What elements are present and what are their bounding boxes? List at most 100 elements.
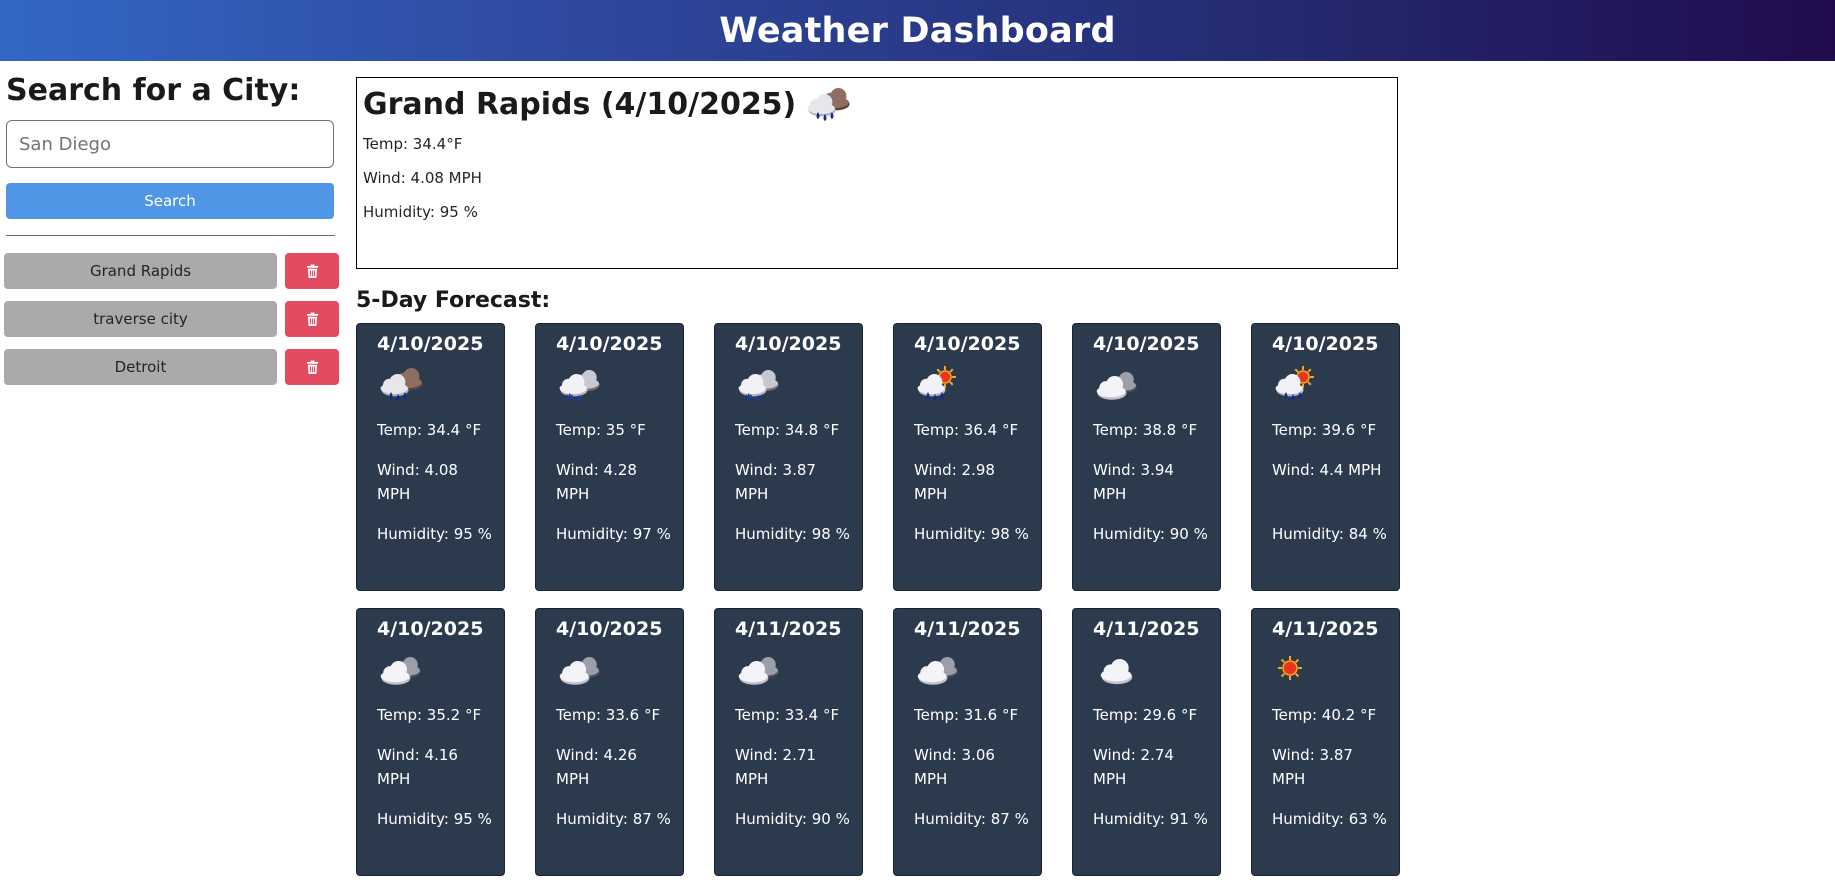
search-heading: Search for a City: (6, 73, 301, 108)
forecast-card: 4/10/2025 Temp: 33.6 °F Wind: 4.26 MPH H… (535, 608, 684, 876)
rain-cloud-icon (804, 86, 850, 122)
forecast-card: 4/11/2025 Temp: 29.6 °F Wind: 2.74 MPH H… (1072, 608, 1221, 876)
forecast-date: 4/10/2025 (556, 333, 663, 355)
cloudy-icon (556, 651, 602, 687)
forecast-humidity: Humidity: 95 % (377, 525, 492, 543)
trash-icon (306, 360, 319, 375)
forecast-card: 4/10/2025 Temp: 34.4 °F Wind: 4.08 MPH H… (356, 323, 505, 591)
rain-cloud-icon (377, 366, 423, 402)
cloud-icon (1093, 651, 1139, 687)
current-weather-panel: Grand Rapids (4/10/2025) Temp: 34.4°F Wi… (356, 77, 1398, 269)
search-button[interactable]: Search (6, 183, 334, 219)
forecast-card: 4/11/2025 Temp: 40.2 °F Wind: 3.87 MPH H… (1251, 608, 1400, 876)
forecast-card: 4/10/2025 Temp: 35.2 °F Wind: 4.16 MPH H… (356, 608, 505, 876)
forecast-heading: 5-Day Forecast: (356, 288, 551, 313)
forecast-date: 4/10/2025 (377, 333, 484, 355)
search-history: Grand Rapids traverse city Detroit (4, 253, 344, 397)
snow-cloud-icon: ✱ ✱ (556, 366, 602, 405)
forecast-date: 4/10/2025 (556, 618, 663, 640)
forecast-date: 4/10/2025 (377, 618, 484, 640)
forecast-wind: Wind: 2.98 MPH (914, 461, 995, 503)
cloudy-icon (735, 651, 781, 687)
history-item: traverse city (4, 301, 344, 337)
forecast-humidity: Humidity: 63 % (1272, 810, 1387, 828)
current-humidity: Humidity: 95 % (363, 203, 478, 221)
history-item: Detroit (4, 349, 344, 385)
forecast-card: 4/11/2025 Temp: 31.6 °F Wind: 3.06 MPH H… (893, 608, 1042, 876)
history-city-button[interactable]: traverse city (4, 301, 277, 337)
forecast-humidity: Humidity: 84 % (1272, 525, 1387, 543)
forecast-temp: Temp: 36.4 °F (914, 421, 1019, 439)
forecast-humidity: Humidity: 95 % (377, 810, 492, 828)
forecast-wind: Wind: 2.74 MPH (1093, 746, 1174, 788)
delete-history-button[interactable] (285, 253, 339, 289)
forecast-humidity: Humidity: 98 % (735, 525, 850, 543)
snow-cloud-icon: ✱ ✱ (735, 366, 781, 405)
current-temp: Temp: 34.4°F (363, 135, 463, 153)
svg-text:✱: ✱ (754, 395, 762, 404)
app-header: Weather Dashboard (0, 0, 1835, 61)
delete-history-button[interactable] (285, 301, 339, 337)
forecast-wind: Wind: 4.08 MPH (377, 461, 458, 503)
forecast-wind: Wind: 2.71 MPH (735, 746, 816, 788)
svg-text:✱: ✱ (575, 395, 583, 404)
forecast-date: 4/11/2025 (914, 618, 1021, 640)
forecast-temp: Temp: 33.6 °F (556, 706, 661, 724)
forecast-card: 4/11/2025 Temp: 33.4 °F Wind: 2.71 MPH H… (714, 608, 863, 876)
history-item: Grand Rapids (4, 253, 344, 289)
cloudy-icon (1093, 366, 1139, 402)
forecast-temp: Temp: 35.2 °F (377, 706, 482, 724)
forecast-humidity: Humidity: 98 % (914, 525, 1029, 543)
forecast-date: 4/11/2025 (735, 618, 842, 640)
sun-rain-cloud-icon (914, 366, 960, 402)
forecast-wind: Wind: 4.28 MPH (556, 461, 637, 503)
forecast-wind: Wind: 3.87 MPH (1272, 746, 1353, 788)
forecast-wind: Wind: 3.94 MPH (1093, 461, 1174, 503)
forecast-card: 4/10/2025 ✱ ✱ Temp: 34.8 °F Wind: 3.87 M… (714, 323, 863, 591)
forecast-card: 4/10/2025 Temp: 36.4 °F Wind: 2.98 MPH H… (893, 323, 1042, 591)
cloudy-icon (377, 651, 423, 687)
forecast-temp: Temp: 39.6 °F (1272, 421, 1377, 439)
svg-text:✱: ✱ (745, 393, 753, 403)
forecast-date: 4/11/2025 (1093, 618, 1200, 640)
forecast-wind: Wind: 3.06 MPH (914, 746, 995, 788)
forecast-humidity: Humidity: 87 % (556, 810, 671, 828)
forecast-humidity: Humidity: 97 % (556, 525, 671, 543)
forecast-temp: Temp: 35 °F (556, 421, 646, 439)
forecast-date: 4/11/2025 (1272, 618, 1379, 640)
forecast-temp: Temp: 33.4 °F (735, 706, 840, 724)
forecast-temp: Temp: 34.4 °F (377, 421, 482, 439)
forecast-humidity: Humidity: 90 % (1093, 525, 1208, 543)
city-search-input[interactable] (6, 120, 334, 168)
forecast-card: 4/10/2025 Temp: 38.8 °F Wind: 3.94 MPH H… (1072, 323, 1221, 591)
current-wind: Wind: 4.08 MPH (363, 169, 482, 187)
forecast-date: 4/10/2025 (914, 333, 1021, 355)
current-city-date: Grand Rapids (4/10/2025) (363, 86, 797, 122)
forecast-temp: Temp: 29.6 °F (1093, 706, 1198, 724)
cloudy-icon (914, 651, 960, 687)
forecast-wind: Wind: 4.26 MPH (556, 746, 637, 788)
sun-rain-cloud-icon (1272, 366, 1318, 402)
forecast-date: 4/10/2025 (1093, 333, 1200, 355)
forecast-card: 4/10/2025 ✱ ✱ Temp: 35 °F Wind: 4.28 MPH… (535, 323, 684, 591)
forecast-card: 4/10/2025 Temp: 39.6 °F Wind: 4.4 MPH Hu… (1251, 323, 1400, 591)
app-title: Weather Dashboard (719, 10, 1116, 51)
forecast-date: 4/10/2025 (1272, 333, 1379, 355)
forecast-humidity: Humidity: 87 % (914, 810, 1029, 828)
sidebar-divider (6, 235, 335, 236)
forecast-wind: Wind: 3.87 MPH (735, 461, 816, 503)
forecast-date: 4/10/2025 (735, 333, 842, 355)
svg-text:✱: ✱ (566, 393, 574, 403)
forecast-wind: Wind: 4.4 MPH (1272, 461, 1382, 479)
delete-history-button[interactable] (285, 349, 339, 385)
current-weather-title: Grand Rapids (4/10/2025) (363, 86, 850, 122)
forecast-humidity: Humidity: 90 % (735, 810, 850, 828)
history-city-button[interactable]: Grand Rapids (4, 253, 277, 289)
forecast-temp: Temp: 38.8 °F (1093, 421, 1198, 439)
history-city-button[interactable]: Detroit (4, 349, 277, 385)
forecast-wind: Wind: 4.16 MPH (377, 746, 458, 788)
forecast-temp: Temp: 31.6 °F (914, 706, 1019, 724)
sun-icon (1272, 651, 1318, 687)
forecast-temp: Temp: 34.8 °F (735, 421, 840, 439)
trash-icon (306, 312, 319, 327)
